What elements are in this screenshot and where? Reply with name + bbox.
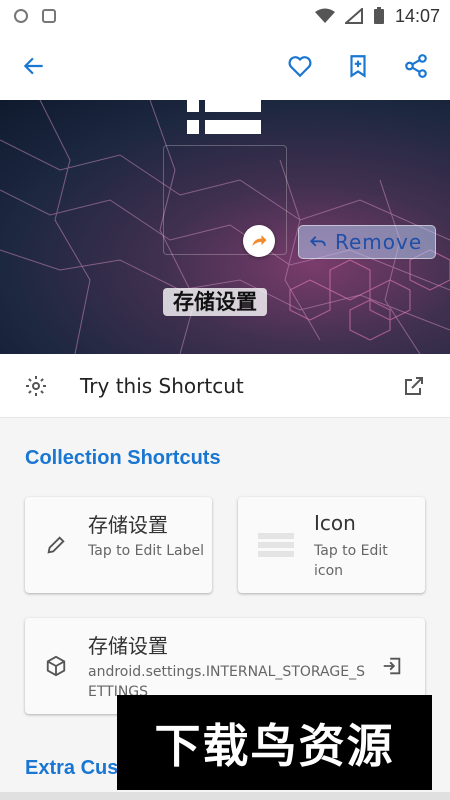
edit-icon-card[interactable]: Icon Tap to Edit icon: [238, 497, 425, 593]
label-card-subtitle: Tap to Edit Label: [88, 543, 204, 559]
share-button[interactable]: [394, 44, 438, 88]
favorite-button[interactable]: [278, 44, 322, 88]
cube-icon: [45, 655, 67, 677]
status-left: [14, 9, 56, 23]
signal-off-icon: [344, 8, 363, 24]
gear-icon: [26, 375, 46, 396]
icon-preview-thumbnail: [258, 533, 294, 561]
list-icon: [187, 76, 263, 140]
forward-arrow-icon: [252, 235, 267, 246]
collection-shortcuts-title: Collection Shortcuts: [25, 447, 221, 469]
heart-icon: [288, 56, 312, 78]
clock: 14:07: [394, 5, 440, 26]
status-bar: 14:07: [0, 0, 450, 32]
share-icon: [405, 54, 427, 78]
undo-icon: [309, 236, 326, 247]
bottom-edge: [0, 792, 450, 800]
label-card-title: 存储设置: [88, 513, 168, 537]
pencil-icon: [45, 534, 67, 556]
wifi-icon: [314, 8, 335, 23]
open-external-icon: [405, 376, 423, 395]
icon-card-title: Icon: [314, 511, 356, 535]
try-shortcut-row[interactable]: Try this Shortcut: [0, 354, 450, 418]
login-arrow-icon[interactable]: [381, 655, 403, 677]
notification-a-icon: [42, 9, 56, 23]
watermark-overlay: 下载鸟资源: [117, 695, 432, 790]
shield-icon: [14, 9, 28, 23]
arrow-back-icon: [23, 57, 43, 75]
bookmark-plus-icon: [350, 55, 366, 78]
back-button[interactable]: [12, 44, 56, 88]
intent-card-title: 存储设置: [88, 634, 168, 658]
icon-card-subtitle: Tap to Edit icon: [314, 543, 388, 579]
launcher-badge: [243, 225, 275, 257]
battery-icon: [373, 7, 384, 24]
status-right: 14:07: [314, 5, 440, 27]
try-shortcut-label: Try this Shortcut: [80, 373, 244, 398]
remove-label: Remove: [335, 230, 423, 254]
remove-button[interactable]: Remove: [298, 225, 436, 259]
shortcut-label: 存储设置: [163, 288, 267, 316]
edit-label-card[interactable]: 存储设置 Tap to Edit Label: [25, 497, 212, 593]
bookmark-add-button[interactable]: [336, 44, 380, 88]
